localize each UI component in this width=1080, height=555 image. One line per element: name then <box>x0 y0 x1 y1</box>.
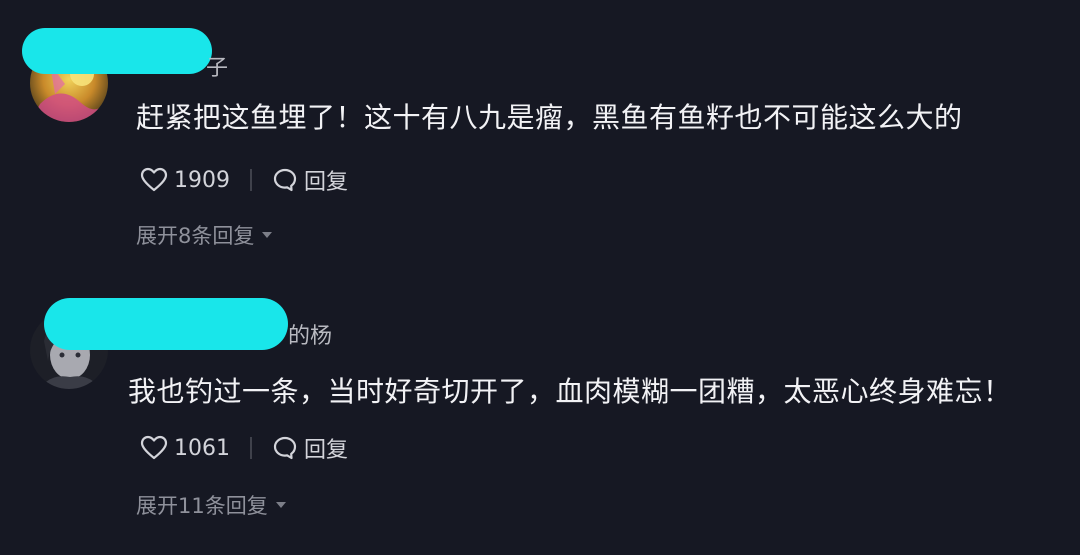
expand-replies-label: 展开8条回复 <box>136 224 255 248</box>
reply-label: 回复 <box>304 438 349 463</box>
username[interactable]: 子 <box>206 50 228 82</box>
heart-outline-icon <box>140 167 168 193</box>
like-count: 1909 <box>174 167 230 193</box>
username-redaction <box>44 298 288 350</box>
comment-actions: 1909 回复 <box>140 164 348 196</box>
divider <box>250 169 252 191</box>
like-count: 1061 <box>174 435 230 461</box>
reply-label: 回复 <box>304 170 349 195</box>
comment-actions: 1061 回复 <box>140 432 348 464</box>
speech-bubble-icon <box>272 167 298 193</box>
reply-button[interactable]: 回复 <box>272 432 348 464</box>
like-button[interactable]: 1909 <box>140 167 230 193</box>
username[interactable]: 的杨 <box>288 318 332 350</box>
like-button[interactable]: 1061 <box>140 435 230 461</box>
caret-down-icon <box>275 502 286 508</box>
comment-text: 我也钓过一条，当时好奇切开了，血肉模糊一团糟，太恶心终身难忘！ <box>128 375 1012 408</box>
heart-outline-icon <box>140 435 168 461</box>
comment-text: 赶紧把这鱼埋了！这十有八九是瘤，黑鱼有鱼籽也不可能这么大的 <box>136 101 963 134</box>
divider <box>250 437 252 459</box>
expand-replies[interactable]: 展开11条回复 <box>136 490 286 520</box>
username-redaction <box>22 28 212 74</box>
expand-replies[interactable]: 展开8条回复 <box>136 220 273 250</box>
caret-down-icon <box>262 232 273 238</box>
expand-replies-label: 展开11条回复 <box>136 494 268 518</box>
reply-button[interactable]: 回复 <box>272 164 348 196</box>
speech-bubble-icon <box>272 435 298 461</box>
comment-item: 子 赶紧把这鱼埋了！这十有八九是瘤，黑鱼有鱼籽也不可能这么大的 1909 回复 … <box>0 0 1080 276</box>
